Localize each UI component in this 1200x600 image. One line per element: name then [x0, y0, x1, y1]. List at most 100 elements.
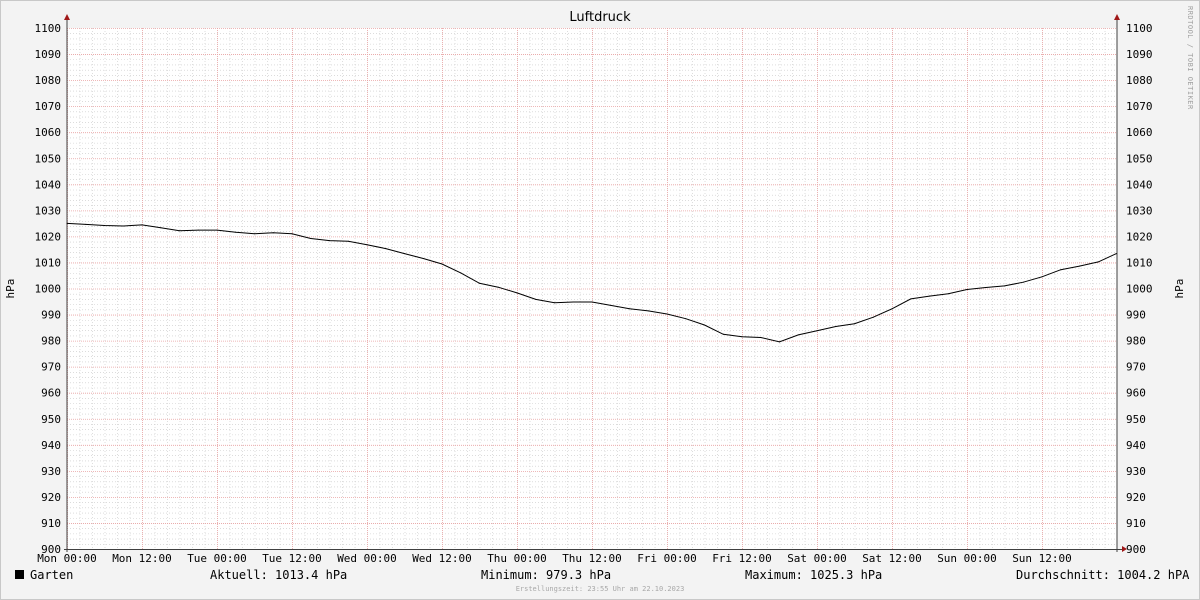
data-point: [872, 316, 874, 318]
data-point: [835, 326, 837, 327]
y-tick-label-right: 930: [1126, 465, 1146, 478]
y-axis-arrow-right: [1114, 14, 1120, 20]
data-point: [460, 272, 462, 274]
data-point: [554, 302, 555, 304]
y-tick-label-left: 990: [41, 309, 61, 322]
legend-maximum: Maximum: 1025.3 hPa: [745, 568, 883, 582]
y-axis-label-left: hPa: [4, 279, 17, 299]
y-tick-label-left: 1030: [35, 204, 62, 217]
legend-swatch: [15, 570, 24, 579]
data-point: [329, 240, 330, 242]
data-point: [272, 232, 274, 234]
data-point: [235, 231, 237, 233]
data-point: [1097, 261, 1099, 263]
y-tick-label-left: 920: [41, 491, 61, 504]
y-tick-label-left: 1090: [35, 48, 62, 61]
y-tick-label-right: 1090: [1126, 48, 1153, 61]
y-tick-label-left: 910: [41, 517, 61, 530]
creation-time: Erstellungszeit: 23:55 Uhr am 22.10.2023: [515, 585, 685, 593]
data-point: [666, 313, 668, 315]
data-point: [929, 295, 930, 297]
legend-average: Durchschnitt: 1004.2 hPA: [1016, 568, 1190, 582]
data-point: [704, 324, 705, 326]
data-point: [1115, 253, 1117, 255]
x-tick-label: Wed 00:00: [337, 552, 397, 565]
y-tick-label-left: 1050: [35, 152, 62, 165]
data-point: [122, 225, 124, 227]
y-tick-label-right: 1020: [1126, 230, 1153, 243]
y-tick-label-left: 980: [41, 335, 61, 348]
data-point: [535, 298, 537, 300]
x-tick-label: Fri 00:00: [637, 552, 697, 565]
legend-series-label: Garten: [30, 568, 74, 582]
data-point: [197, 229, 199, 231]
y-tick-label-left: 1040: [35, 178, 62, 191]
data-point: [1022, 281, 1024, 283]
x-tick-label: Tue 00:00: [187, 552, 247, 565]
y-tick-label-right: 1100: [1126, 22, 1153, 35]
x-tick-label: Mon 12:00: [112, 552, 172, 565]
y-tick-label-left: 1080: [35, 74, 62, 87]
y-tick-label-left: 940: [41, 439, 61, 452]
x-tick-label: Sun 12:00: [1012, 552, 1072, 565]
y-tick-label-right: 940: [1126, 439, 1146, 452]
y-tick-label-right: 1000: [1126, 283, 1153, 296]
data-point: [572, 301, 574, 303]
data-point: [779, 341, 780, 343]
y-tick-label-left: 1100: [35, 22, 62, 35]
data-point: [797, 334, 799, 336]
data-point: [1041, 276, 1043, 278]
data-point: [816, 330, 818, 332]
data-point: [1060, 269, 1062, 271]
y-axis-arrow-left: [64, 14, 70, 20]
y-tick-label-left: 1010: [35, 256, 62, 269]
y-tick-label-right: 910: [1126, 517, 1146, 530]
x-tick-label: Mon 00:00: [37, 552, 97, 565]
y-tick-label-right: 980: [1126, 335, 1146, 348]
data-point: [760, 337, 762, 338]
data-point: [310, 238, 312, 239]
pressure-chart: 900 900910 910920 920930 930940 940950 950960 9…: [4, 14, 1186, 565]
y-tick-label-right: 1070: [1126, 100, 1153, 113]
data-point: [741, 336, 743, 338]
data-point: [854, 323, 855, 325]
data-point: [1079, 265, 1080, 267]
y-tick-label-left: 930: [41, 465, 61, 478]
x-tick-label: Thu 00:00: [487, 552, 547, 565]
x-tick-label: Sat 00:00: [787, 552, 847, 565]
y-tick-label-right: 960: [1126, 387, 1146, 400]
y-tick-label-left: 950: [41, 413, 61, 426]
y-tick-label-left: 1020: [35, 230, 62, 243]
data-point: [479, 282, 480, 284]
y-tick-label-right: 950: [1126, 413, 1146, 426]
data-point: [947, 293, 949, 295]
plot-area: [67, 28, 1117, 549]
data-point: [85, 223, 87, 225]
y-tick-label-left: 1000: [35, 283, 62, 296]
data-point: [1004, 285, 1005, 287]
data-point: [891, 308, 893, 310]
y-tick-label-right: 1040: [1126, 178, 1153, 191]
data-point: [516, 292, 518, 294]
x-tick-label: Sat 12:00: [862, 552, 922, 565]
y-tick-label-right: 900: [1126, 543, 1146, 556]
data-point: [685, 318, 687, 320]
y-tick-label-right: 1050: [1126, 152, 1153, 165]
y-tick-label-left: 1060: [35, 126, 62, 139]
data-point: [441, 263, 443, 265]
data-point: [610, 304, 612, 306]
data-point: [629, 308, 630, 310]
y-tick-label-right: 1030: [1126, 204, 1153, 217]
y-axis-label-right: hPa: [1173, 279, 1186, 299]
x-tick-label: Sun 00:00: [937, 552, 997, 565]
data-point: [366, 244, 368, 246]
data-point: [647, 310, 649, 312]
x-tick-label: Fri 12:00: [712, 552, 772, 565]
data-point: [66, 222, 68, 224]
y-tick-label-right: 990: [1126, 309, 1146, 322]
legend-current: Aktuell: 1013.4 hPa: [210, 568, 348, 582]
data-point: [422, 258, 424, 259]
y-tick-label-right: 1010: [1126, 256, 1153, 269]
data-point: [591, 301, 593, 303]
data-point: [497, 286, 499, 288]
